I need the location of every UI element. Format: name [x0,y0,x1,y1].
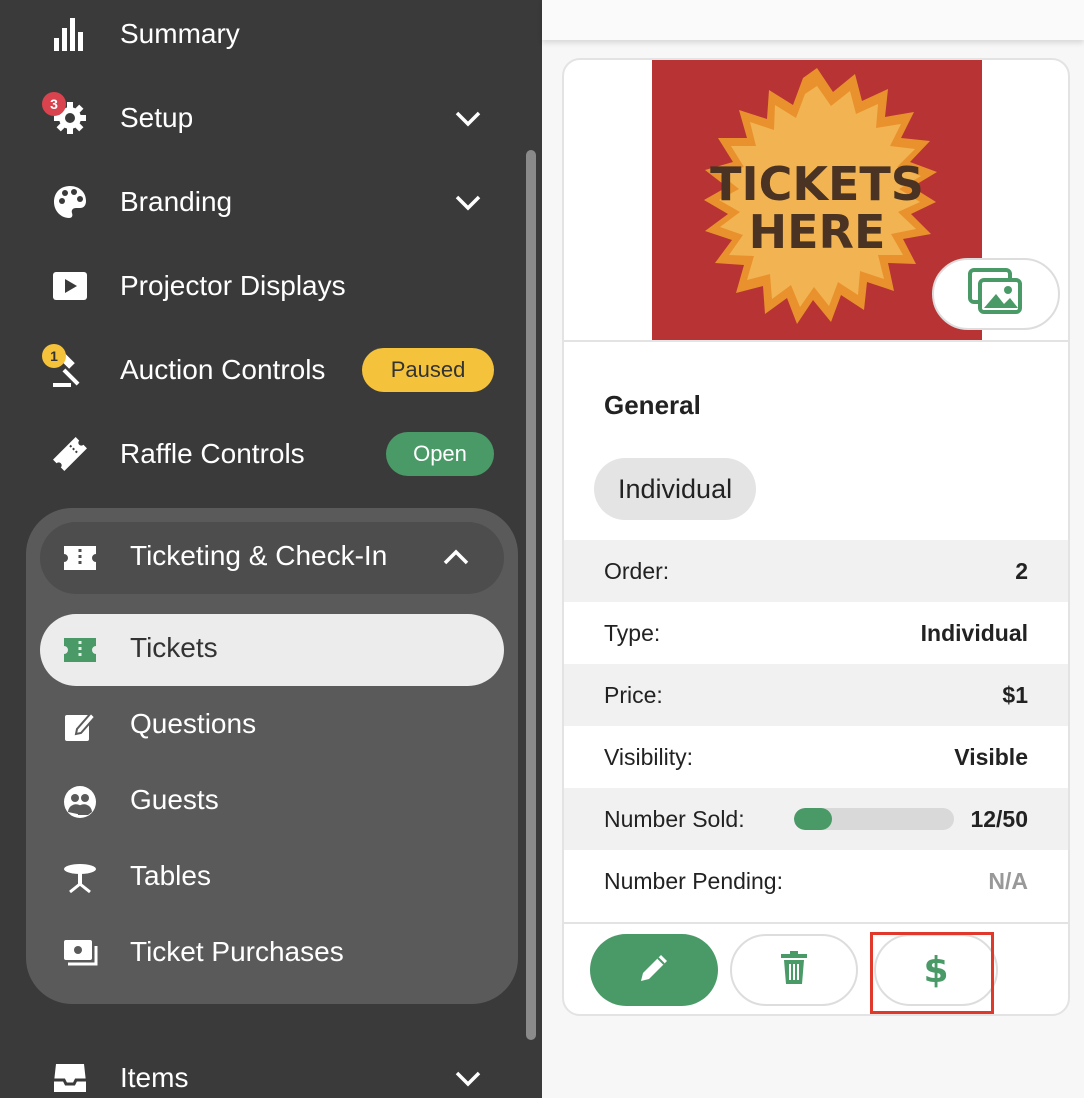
sold-progress-fill [794,808,833,830]
setup-badge: 3 [42,92,66,116]
purchases-icon [62,936,98,972]
chevron-up-icon[interactable] [440,542,472,574]
ticket-type-chip: Individual [594,458,757,520]
sidebar-item-label: Raffle Controls [120,438,305,469]
top-bar [542,0,1084,40]
edit-icon [62,708,98,744]
row-number-sold: Number Sold: 12/50 [564,788,1068,850]
order-value: 2 [1015,557,1028,584]
status-badge-paused: Paused [362,348,494,392]
inbox-icon [50,1058,90,1098]
change-image-button[interactable] [932,258,1060,330]
ticket-card: TICKETS HERE General Individual Order: 2… [562,58,1070,1016]
sidebar-item-label: Tickets [130,632,218,663]
sidebar-item-label: Setup [120,102,194,133]
sidebar-item-auction-controls[interactable]: 1 Auction Controls Paused [0,340,520,400]
chevron-down-icon[interactable] [452,102,484,134]
sidebar-item-ticketing-check-in[interactable]: Ticketing & Check-In [40,522,504,594]
chevron-down-icon[interactable] [452,186,484,218]
sidebar-item-ticket-purchases[interactable]: Ticket Purchases [40,918,504,990]
row-label: Price: [604,681,663,708]
sidebar-item-questions[interactable]: Questions [40,690,504,762]
sidebar-item-projector-displays[interactable]: Projector Displays [0,256,520,316]
raffle-ticket-icon [50,434,90,474]
row-label: Number Sold: [604,805,745,832]
row-label: Order: [604,557,670,584]
trash-icon [779,950,809,991]
sidebar-item-label: Branding [120,186,233,217]
sidebar-item-items[interactable]: Items [0,1048,520,1098]
sidebar-item-label: Auction Controls [120,354,326,385]
row-label: Visibility: [604,743,694,770]
sidebar-item-label: Guests [130,784,219,815]
price-value: $1 [1002,681,1028,708]
pencil-icon [637,951,671,990]
sidebar-item-label: Tables [130,860,211,891]
sidebar-item-setup[interactable]: 3 Setup [0,88,520,148]
bar-chart-icon [50,14,90,54]
guests-icon [62,784,98,820]
images-icon [968,267,1024,321]
image-text-line1: TICKETS [710,157,924,211]
sidebar-item-guests[interactable]: Guests [40,766,504,838]
sidebar-item-label: Questions [130,708,257,739]
type-value: Individual [920,619,1028,646]
divider [564,922,1068,924]
pending-value: N/A [988,867,1028,894]
sidebar-item-summary[interactable]: Summary [0,4,520,64]
sidebar-item-label: Ticket Purchases [130,936,344,967]
sold-value: 12/50 [970,805,1028,832]
sidebar-item-tables[interactable]: Tables [40,842,504,914]
ticket-icon [62,540,98,576]
ticketing-group: Ticketing & Check-In Tickets Questions G… [26,508,518,1004]
row-order: Order: 2 [564,540,1068,602]
row-number-pending: Number Pending: N/A [564,850,1068,912]
sidebar-item-label: Summary [120,18,240,49]
sidebar-item-tickets[interactable]: Tickets [40,614,504,686]
sidebar-item-raffle-controls[interactable]: Raffle Controls Open [0,424,520,484]
sidebar-item-label: Items [120,1062,189,1093]
delete-button[interactable] [730,934,858,1006]
visibility-value: Visible [954,743,1028,770]
row-price: Price: $1 [564,664,1068,726]
image-text-line2: HERE [749,205,886,259]
sidebar-scrollbar[interactable] [526,150,536,1040]
play-icon [50,266,90,306]
auction-badge: 1 [42,344,66,368]
row-label: Number Pending: [604,867,783,894]
status-badge-open: Open [386,432,494,476]
row-type: Type: Individual [564,602,1068,664]
sold-progress-bar [794,808,954,830]
palette-icon [50,182,90,222]
highlight-box [870,932,994,1014]
group-label: Ticketing & Check-In [130,540,388,571]
divider [564,340,1068,342]
chevron-down-icon[interactable] [452,1062,484,1094]
table-icon [62,860,98,896]
sidebar: Summary 3 Setup Branding Projector Displ… [0,0,542,1098]
ticket-icon [62,632,98,668]
ticket-name: General [604,390,701,420]
row-visibility: Visibility: Visible [564,726,1068,788]
sidebar-item-label: Projector Displays [120,270,346,301]
sidebar-item-branding[interactable]: Branding [0,172,520,232]
row-label: Type: [604,619,661,646]
edit-button[interactable] [590,934,718,1006]
